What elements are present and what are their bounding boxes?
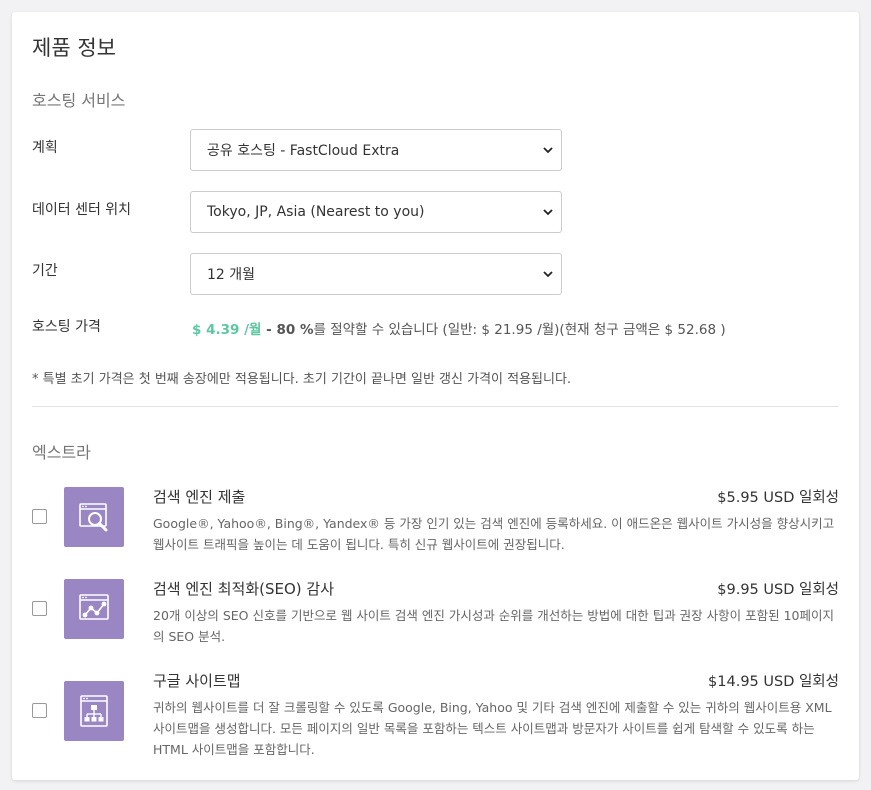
period-select[interactable]: 12 개월 bbox=[190, 253, 562, 295]
chevron-down-icon bbox=[543, 147, 553, 154]
extra-checkbox[interactable] bbox=[32, 601, 47, 616]
sitemap-icon bbox=[64, 681, 124, 741]
extra-price: $9.95 USD 일회성 bbox=[717, 582, 839, 598]
datacenter-label: 데이터 센터 위치 bbox=[32, 202, 132, 218]
chevron-down-icon bbox=[543, 271, 553, 278]
extra-price: $14.95 USD 일회성 bbox=[708, 674, 839, 690]
plan-select-value: 공유 호스팅 - FastCloud Extra bbox=[207, 143, 400, 159]
chevron-down-icon bbox=[543, 209, 553, 216]
search-submission-icon bbox=[64, 487, 124, 547]
period-select-value: 12 개월 bbox=[207, 267, 256, 283]
plan-label: 계획 bbox=[32, 140, 58, 156]
extra-description: 귀하의 웹사이트를 더 잘 크롤링할 수 있도록 Google, Bing, Y… bbox=[153, 700, 832, 757]
plan-select[interactable]: 공유 호스팅 - FastCloud Extra bbox=[190, 129, 562, 171]
period-label: 기간 bbox=[32, 263, 58, 279]
seo-graph-icon bbox=[64, 579, 124, 639]
extra-price: $5.95 USD 일회성 bbox=[717, 490, 839, 506]
page-title: 제품 정보 bbox=[32, 36, 116, 60]
datacenter-select-value: Tokyo, JP, Asia (Nearest to you) bbox=[207, 204, 425, 220]
extra-name: 구글 사이트맵 bbox=[153, 672, 241, 690]
price-amount: $ 4.39 /월 bbox=[192, 322, 262, 338]
hosting-section-title: 호스팅 서비스 bbox=[32, 91, 126, 110]
extra-checkbox[interactable] bbox=[32, 703, 47, 718]
price-separator: - bbox=[261, 322, 277, 338]
hosting-price-label: 호스팅 가격 bbox=[32, 319, 101, 335]
hosting-price-text: $ 4.39 /월 - 80 %를 절약할 수 있습니다 (일반: $ 21.9… bbox=[192, 318, 726, 338]
extras-section-title: 엑스트라 bbox=[32, 443, 91, 462]
extra-checkbox[interactable] bbox=[32, 509, 47, 524]
divider bbox=[32, 406, 839, 407]
product-info-card: 제품 정보 호스팅 서비스 계획 공유 호스팅 - FastCloud Extr… bbox=[12, 12, 859, 780]
price-discount: 80 % bbox=[276, 322, 314, 338]
extra-description: Google®, Yahoo®, Bing®, Yandex® 등 가장 인기 … bbox=[153, 516, 835, 552]
datacenter-select[interactable]: Tokyo, JP, Asia (Nearest to you) bbox=[190, 191, 562, 233]
price-details: 를 절약할 수 있습니다 (일반: $ 21.95 /월)(현재 청구 금액은 … bbox=[313, 322, 726, 338]
pricing-note: * 특별 초기 가격은 첫 번째 송장에만 적용됩니다. 초기 기간이 끝나면 … bbox=[32, 372, 572, 387]
extra-name: 검색 엔진 최적화(SEO) 감사 bbox=[153, 580, 335, 598]
extra-name: 검색 엔진 제출 bbox=[153, 488, 246, 506]
extra-description: 20개 이상의 SEO 신호를 기반으로 웹 사이트 검색 엔진 가시성과 순위… bbox=[153, 608, 835, 644]
